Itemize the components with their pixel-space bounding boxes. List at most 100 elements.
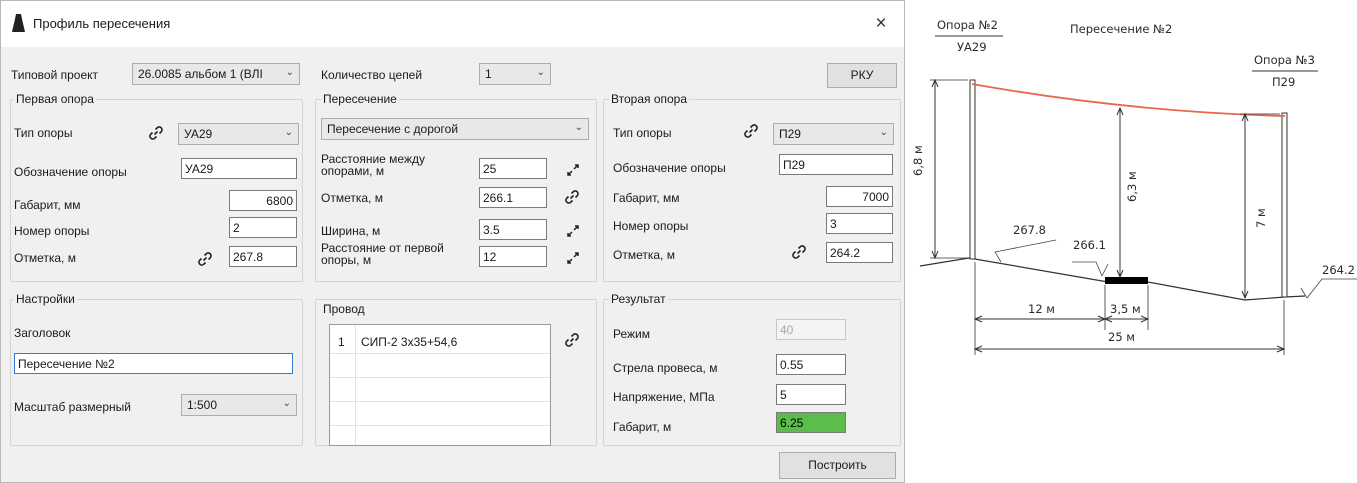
sag-input[interactable] bbox=[776, 354, 846, 375]
chevron-down-icon: ⌄ bbox=[536, 67, 545, 78]
rku-button[interactable]: РКУ bbox=[827, 63, 897, 88]
project-label: Типовой проект bbox=[11, 68, 99, 82]
app-icon bbox=[12, 14, 25, 32]
project-select-value: 26.0085 альбом 1 (ВЛI bbox=[138, 67, 263, 81]
dim-12-label: 12 м bbox=[1028, 302, 1055, 316]
first-elevation-label: Отметка, м bbox=[14, 251, 76, 265]
first-number-input[interactable] bbox=[229, 217, 297, 238]
expand-icon[interactable] bbox=[566, 163, 580, 177]
height-left-label: 6,8 м bbox=[911, 145, 925, 176]
mode-label: Режим bbox=[613, 327, 650, 341]
first-elevation-input[interactable] bbox=[229, 246, 297, 267]
circuits-select-value: 1 bbox=[485, 67, 492, 81]
first-type-label: Тип опоры bbox=[14, 126, 73, 140]
road-block bbox=[1105, 277, 1148, 284]
second-type-select[interactable]: П29 ⌄ bbox=[773, 123, 894, 145]
drawing-title: Пересечение №2 bbox=[1070, 22, 1172, 36]
link-icon[interactable] bbox=[564, 332, 580, 348]
result-clearance-label: Габарит, м bbox=[613, 420, 672, 434]
link-icon[interactable] bbox=[148, 125, 164, 141]
chevron-down-icon: ⌄ bbox=[282, 398, 291, 409]
stress-label: Напряжение, МПа bbox=[613, 390, 715, 404]
header-input[interactable] bbox=[14, 353, 293, 374]
support1-bottom-label: УА29 bbox=[957, 40, 987, 54]
circuits-label: Количество цепей bbox=[321, 68, 423, 82]
second-clearance-input[interactable] bbox=[826, 186, 893, 207]
first-designation-input[interactable] bbox=[181, 158, 297, 179]
sag-label: Стрела провеса, м bbox=[613, 361, 718, 375]
scale-select-value: 1:500 bbox=[187, 398, 218, 412]
crossing-title: Пересечение bbox=[321, 92, 399, 106]
crossing-distance-input[interactable] bbox=[479, 158, 547, 179]
wire-row-name[interactable]: СИП-2 3х35+54,6 bbox=[361, 335, 457, 349]
first-type-select[interactable]: УА29 ⌄ bbox=[178, 123, 299, 145]
crossing-elevation-input[interactable] bbox=[479, 187, 547, 208]
chevron-down-icon: ⌄ bbox=[285, 67, 294, 78]
settings-title: Настройки bbox=[14, 292, 77, 306]
expand-icon[interactable] bbox=[566, 251, 580, 265]
crossing-profile-drawing: Опора №2 УА29 Пересечение №2 Опора №3 П2… bbox=[911, 18, 1357, 355]
result-title: Результат bbox=[609, 292, 668, 306]
project-select[interactable]: 26.0085 альбом 1 (ВЛI ⌄ bbox=[132, 63, 300, 85]
chevron-down-icon: ⌄ bbox=[284, 127, 293, 138]
scale-select[interactable]: 1:500 ⌄ bbox=[181, 394, 297, 416]
crossing-profile-dialog: Профиль пересечения × Типовой проект 26.… bbox=[0, 0, 905, 483]
window-title: Профиль пересечения bbox=[33, 16, 171, 31]
list-divider bbox=[330, 401, 550, 402]
support2-top-label: Опора №3 bbox=[1254, 53, 1315, 67]
first-clearance-label: Габарит, мм bbox=[14, 198, 81, 212]
first-number-label: Номер опоры bbox=[14, 224, 90, 238]
second-type-label: Тип опоры bbox=[613, 126, 672, 140]
crossing-width-input[interactable] bbox=[479, 219, 547, 240]
support2-pole bbox=[1281, 112, 1288, 298]
link-icon[interactable] bbox=[743, 123, 759, 139]
support1-top-label: Опора №2 bbox=[937, 18, 998, 32]
second-number-input[interactable] bbox=[826, 213, 893, 234]
second-support-title: Вторая опора bbox=[609, 92, 690, 106]
circuits-select[interactable]: 1 ⌄ bbox=[479, 63, 551, 85]
wire-row-index[interactable]: 1 bbox=[338, 335, 345, 349]
first-support-title: Первая опора bbox=[14, 92, 96, 106]
support1-pole bbox=[969, 79, 976, 260]
elevation-marker bbox=[1300, 278, 1357, 299]
expand-icon[interactable] bbox=[566, 224, 580, 238]
result-clearance-input[interactable] bbox=[776, 412, 846, 433]
chevron-down-icon: ⌄ bbox=[574, 122, 583, 133]
list-divider bbox=[330, 353, 550, 354]
dim-35-label: 3,5 м bbox=[1110, 302, 1141, 316]
close-button[interactable]: × bbox=[868, 11, 894, 37]
second-designation-input[interactable] bbox=[779, 154, 893, 175]
elevation-left-label: 267.8 bbox=[1013, 223, 1046, 237]
build-button[interactable]: Построить bbox=[779, 452, 896, 479]
second-type-select-value: П29 bbox=[779, 127, 801, 141]
list-divider bbox=[355, 325, 356, 445]
second-designation-label: Обозначение опоры bbox=[613, 161, 726, 175]
wire-list[interactable]: 1 СИП-2 3х35+54,6 bbox=[329, 324, 551, 446]
list-divider bbox=[330, 425, 550, 426]
first-designation-label: Обозначение опоры bbox=[14, 165, 127, 179]
list-divider bbox=[330, 377, 550, 378]
crossing-type-select[interactable]: Пересечение с дорогой ⌄ bbox=[321, 118, 589, 140]
crossing-distance-label: Расстояние между опорами, м bbox=[321, 152, 425, 178]
second-number-label: Номер опоры bbox=[613, 219, 689, 233]
dim-25-label: 25 м bbox=[1108, 330, 1135, 344]
title-bar: Профиль пересечения × bbox=[1, 1, 904, 47]
link-icon[interactable] bbox=[791, 244, 807, 260]
second-elevation-input[interactable] bbox=[826, 242, 893, 263]
crossing-elevation-label: Отметка, м bbox=[321, 191, 383, 205]
wire-line bbox=[971, 83, 1286, 117]
elevation-right-label: 264.2 bbox=[1322, 263, 1355, 277]
header-label: Заголовок bbox=[14, 326, 71, 340]
crossing-type-select-value: Пересечение с дорогой bbox=[327, 122, 459, 136]
stress-input[interactable] bbox=[776, 384, 846, 405]
height-mid-label: 6,3 м bbox=[1125, 171, 1139, 202]
second-clearance-label: Габарит, мм bbox=[613, 191, 680, 205]
link-icon[interactable] bbox=[197, 251, 213, 267]
first-type-select-value: УА29 bbox=[184, 127, 213, 141]
chevron-down-icon: ⌄ bbox=[879, 127, 888, 138]
elevation-marker bbox=[1072, 261, 1109, 277]
crossing-width-label: Ширина, м bbox=[321, 224, 381, 238]
first-clearance-input[interactable] bbox=[229, 190, 297, 211]
crossing-from-first-input[interactable] bbox=[479, 246, 547, 267]
link-icon[interactable] bbox=[564, 189, 580, 205]
